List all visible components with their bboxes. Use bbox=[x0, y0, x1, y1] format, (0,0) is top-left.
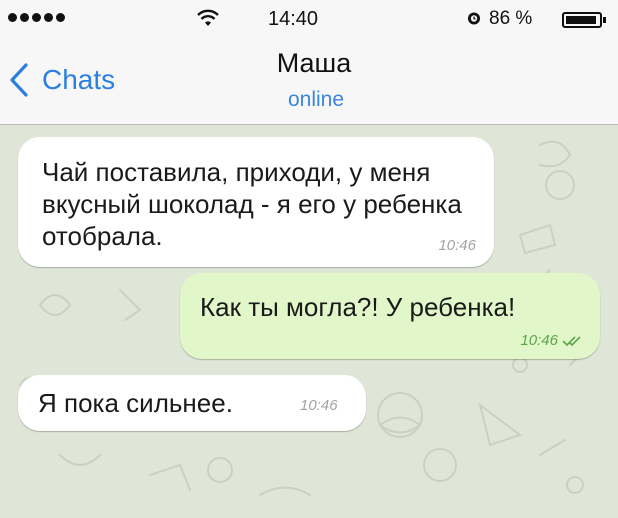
message-bubble-incoming[interactable]: Чай поставила, приходи, у меня вкусный ш… bbox=[18, 137, 494, 267]
message-text: Чай поставила, приходи, у меня вкусный ш… bbox=[42, 157, 462, 251]
message-bubble-incoming[interactable]: Я пока сильнее. 10:46 bbox=[18, 375, 366, 431]
message-text: Как ты могла?! У ребенка! bbox=[200, 292, 516, 322]
status-bar: 14:40 86 % bbox=[0, 0, 618, 40]
alarm-icon bbox=[468, 12, 480, 25]
status-time: 14:40 bbox=[268, 8, 319, 30]
message-time: 10:46 bbox=[520, 332, 558, 349]
message-bubble-outgoing[interactable]: Как ты могла?! У ребенка! 10:46 bbox=[180, 273, 600, 359]
contact-status: online bbox=[287, 88, 345, 111]
message-text: Я пока сильнее. bbox=[38, 388, 233, 418]
battery-percent: 86 % bbox=[489, 8, 533, 29]
wifi-icon bbox=[197, 9, 219, 26]
message-list[interactable]: Чай поставила, приходи, у меня вкусный ш… bbox=[0, 125, 618, 518]
message-time: 10:46 bbox=[300, 397, 338, 414]
battery-icon bbox=[562, 12, 606, 28]
signal-icon bbox=[8, 13, 65, 22]
chat-header: 14:40 86 % Chats Маша online bbox=[0, 0, 618, 125]
double-check-icon bbox=[562, 335, 581, 346]
contact-name[interactable]: Маша bbox=[0, 48, 618, 79]
message-time: 10:46 bbox=[438, 237, 476, 254]
